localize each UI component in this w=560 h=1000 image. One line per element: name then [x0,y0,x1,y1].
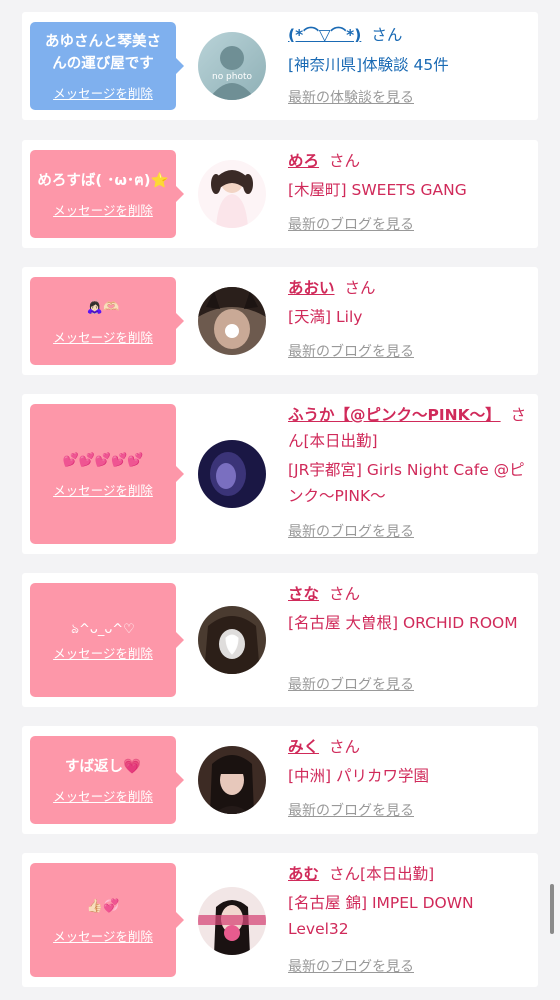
sender-info: めろ さん [木屋町] SWEETS GANG [288,148,528,203]
sender-name[interactable]: あおい [288,279,335,297]
sender-info: さな さん [名古屋 大曽根] ORCHID ROOM [288,581,528,636]
delete-message-link[interactable]: メッセージを削除 [53,200,153,219]
message-card: 👍🏻💞 メッセージを削除 あむ さん[本日出勤] [名古屋 錦] IMPEL DO… [22,853,538,987]
delete-message-link[interactable]: メッセージを削除 [53,327,153,346]
profile-photo-icon [198,440,266,508]
profile-photo-icon [198,887,266,955]
view-latest-link[interactable]: 最新の体験談を見る [288,88,414,108]
view-latest-link[interactable]: 最新のブログを見る [288,522,414,542]
avatar[interactable] [198,746,266,814]
sender-name[interactable]: めろ [288,152,319,170]
sender-suffix: さん [371,26,403,44]
sender-suffix: さん [329,738,361,756]
shop-name: [JR宇都宮] Girls Night Cafe @ピンク～PINK～ [288,461,525,505]
shop-name: [名古屋 大曽根] ORCHID ROOM [288,614,518,632]
sender-info: みく さん [中洲] パリカワ学園 [288,734,528,789]
delete-message-link[interactable]: メッセージを削除 [53,786,153,805]
avatar[interactable] [198,160,266,228]
message-bubble: 💕💕💕💕💕 メッセージを削除 [30,404,184,544]
delete-message-link[interactable]: メッセージを削除 [53,643,153,662]
sender-suffix: さん [329,585,361,603]
message-bubble: 🙇🏻‍♀️🫶🏻 メッセージを削除 [30,277,184,365]
view-latest-link[interactable]: 最新のブログを見る [288,957,414,977]
avatar[interactable]: no photo [198,32,266,100]
avatar[interactable] [198,887,266,955]
message-card: すば返し💗 メッセージを削除 みく さん [中洲] パリカワ学園 最新のブログを見… [22,726,538,834]
delete-message-link[interactable]: メッセージを削除 [53,480,153,499]
profile-photo-icon [198,746,266,814]
view-latest-link[interactable]: 最新のブログを見る [288,215,414,235]
shop-name: [中洲] パリカワ学園 [288,767,430,785]
message-bubble: ঌ^ᴗ_ᴗ^♡ メッセージを削除 [30,583,184,697]
avatar[interactable] [198,606,266,674]
shop-name: [木屋町] SWEETS GANG [288,181,467,199]
sender-name[interactable]: (*⌒▽⌒*) [288,26,361,44]
sender-suffix: さん [344,279,376,297]
profile-photo-icon [198,287,266,355]
sender-name[interactable]: ふうか【@ピンク～PINK～】 [288,406,501,424]
view-latest-link[interactable]: 最新のブログを見る [288,675,414,695]
sender-suffix: さん[本日出勤] [329,865,435,883]
message-bubble: めろすば( ･ω･ฅ)⭐ メッセージを削除 [30,150,184,238]
message-text: 💕💕💕💕💕 [62,452,144,468]
sender-info: あおい さん [天満] Lily [288,275,528,330]
profile-photo-icon [198,160,266,228]
scrollbar[interactable] [550,884,554,934]
message-bubble: あゆさんと琴美さ んの運び屋です メッセージを削除 [30,22,184,110]
sender-name[interactable]: さな [288,585,319,603]
sender-info: (*⌒▽⌒*) さん [神奈川県]体験談 45件 [288,22,528,78]
message-card: めろすば( ･ω･ฅ)⭐ メッセージを削除 めろ さん [木屋町] SWEETS … [22,140,538,248]
avatar[interactable] [198,287,266,355]
view-latest-link[interactable]: 最新のブログを見る [288,342,414,362]
sender-info: あむ さん[本日出勤] [名古屋 錦] IMPEL DOWN Level32 [288,861,528,942]
message-text: 👍🏻💞 [86,898,120,914]
delete-message-link[interactable]: メッセージを削除 [53,926,153,945]
sender-suffix: さん [329,152,361,170]
message-text: すば返し💗 [64,758,142,775]
shop-name: [神奈川県]体験談 45件 [288,56,449,74]
profile-photo-icon [198,606,266,674]
message-text: あゆさんと琴美さ んの運び屋です [45,33,161,72]
message-text: ঌ^ᴗ_ᴗ^♡ [71,621,135,637]
view-latest-link[interactable]: 最新のブログを見る [288,801,414,821]
sender-name[interactable]: あむ [288,865,319,883]
message-card: 💕💕💕💕💕 メッセージを削除 ふうか【@ピンク～PINK～】 さん[本日出勤] [… [22,394,538,554]
shop-name: [天満] Lily [288,308,363,326]
message-text: 🙇🏻‍♀️🫶🏻 [86,299,120,315]
delete-message-link[interactable]: メッセージを削除 [53,83,153,102]
message-card: 🙇🏻‍♀️🫶🏻 メッセージを削除 あおい さん [天満] Lily 最新のブログを… [22,267,538,375]
message-card: あゆさんと琴美さ んの運び屋です メッセージを削除 no photo (*⌒▽⌒… [22,12,538,120]
no-photo-avatar-icon [198,32,266,100]
message-card: ঌ^ᴗ_ᴗ^♡ メッセージを削除 さな さん [名古屋 大曽根] ORCHID R… [22,573,538,707]
message-bubble: すば返し💗 メッセージを削除 [30,736,184,824]
avatar-label: no photo [211,72,253,82]
shop-name: [名古屋 錦] IMPEL DOWN Level32 [288,894,474,938]
message-text: めろすば( ･ω･ฅ)⭐ [37,172,169,189]
sender-info: ふうか【@ピンク～PINK～】 さん[本日出勤] [JR宇都宮] Girls Ni… [288,402,528,509]
sender-name[interactable]: みく [288,738,319,756]
message-bubble: 👍🏻💞 メッセージを削除 [30,863,184,977]
avatar[interactable] [198,440,266,508]
